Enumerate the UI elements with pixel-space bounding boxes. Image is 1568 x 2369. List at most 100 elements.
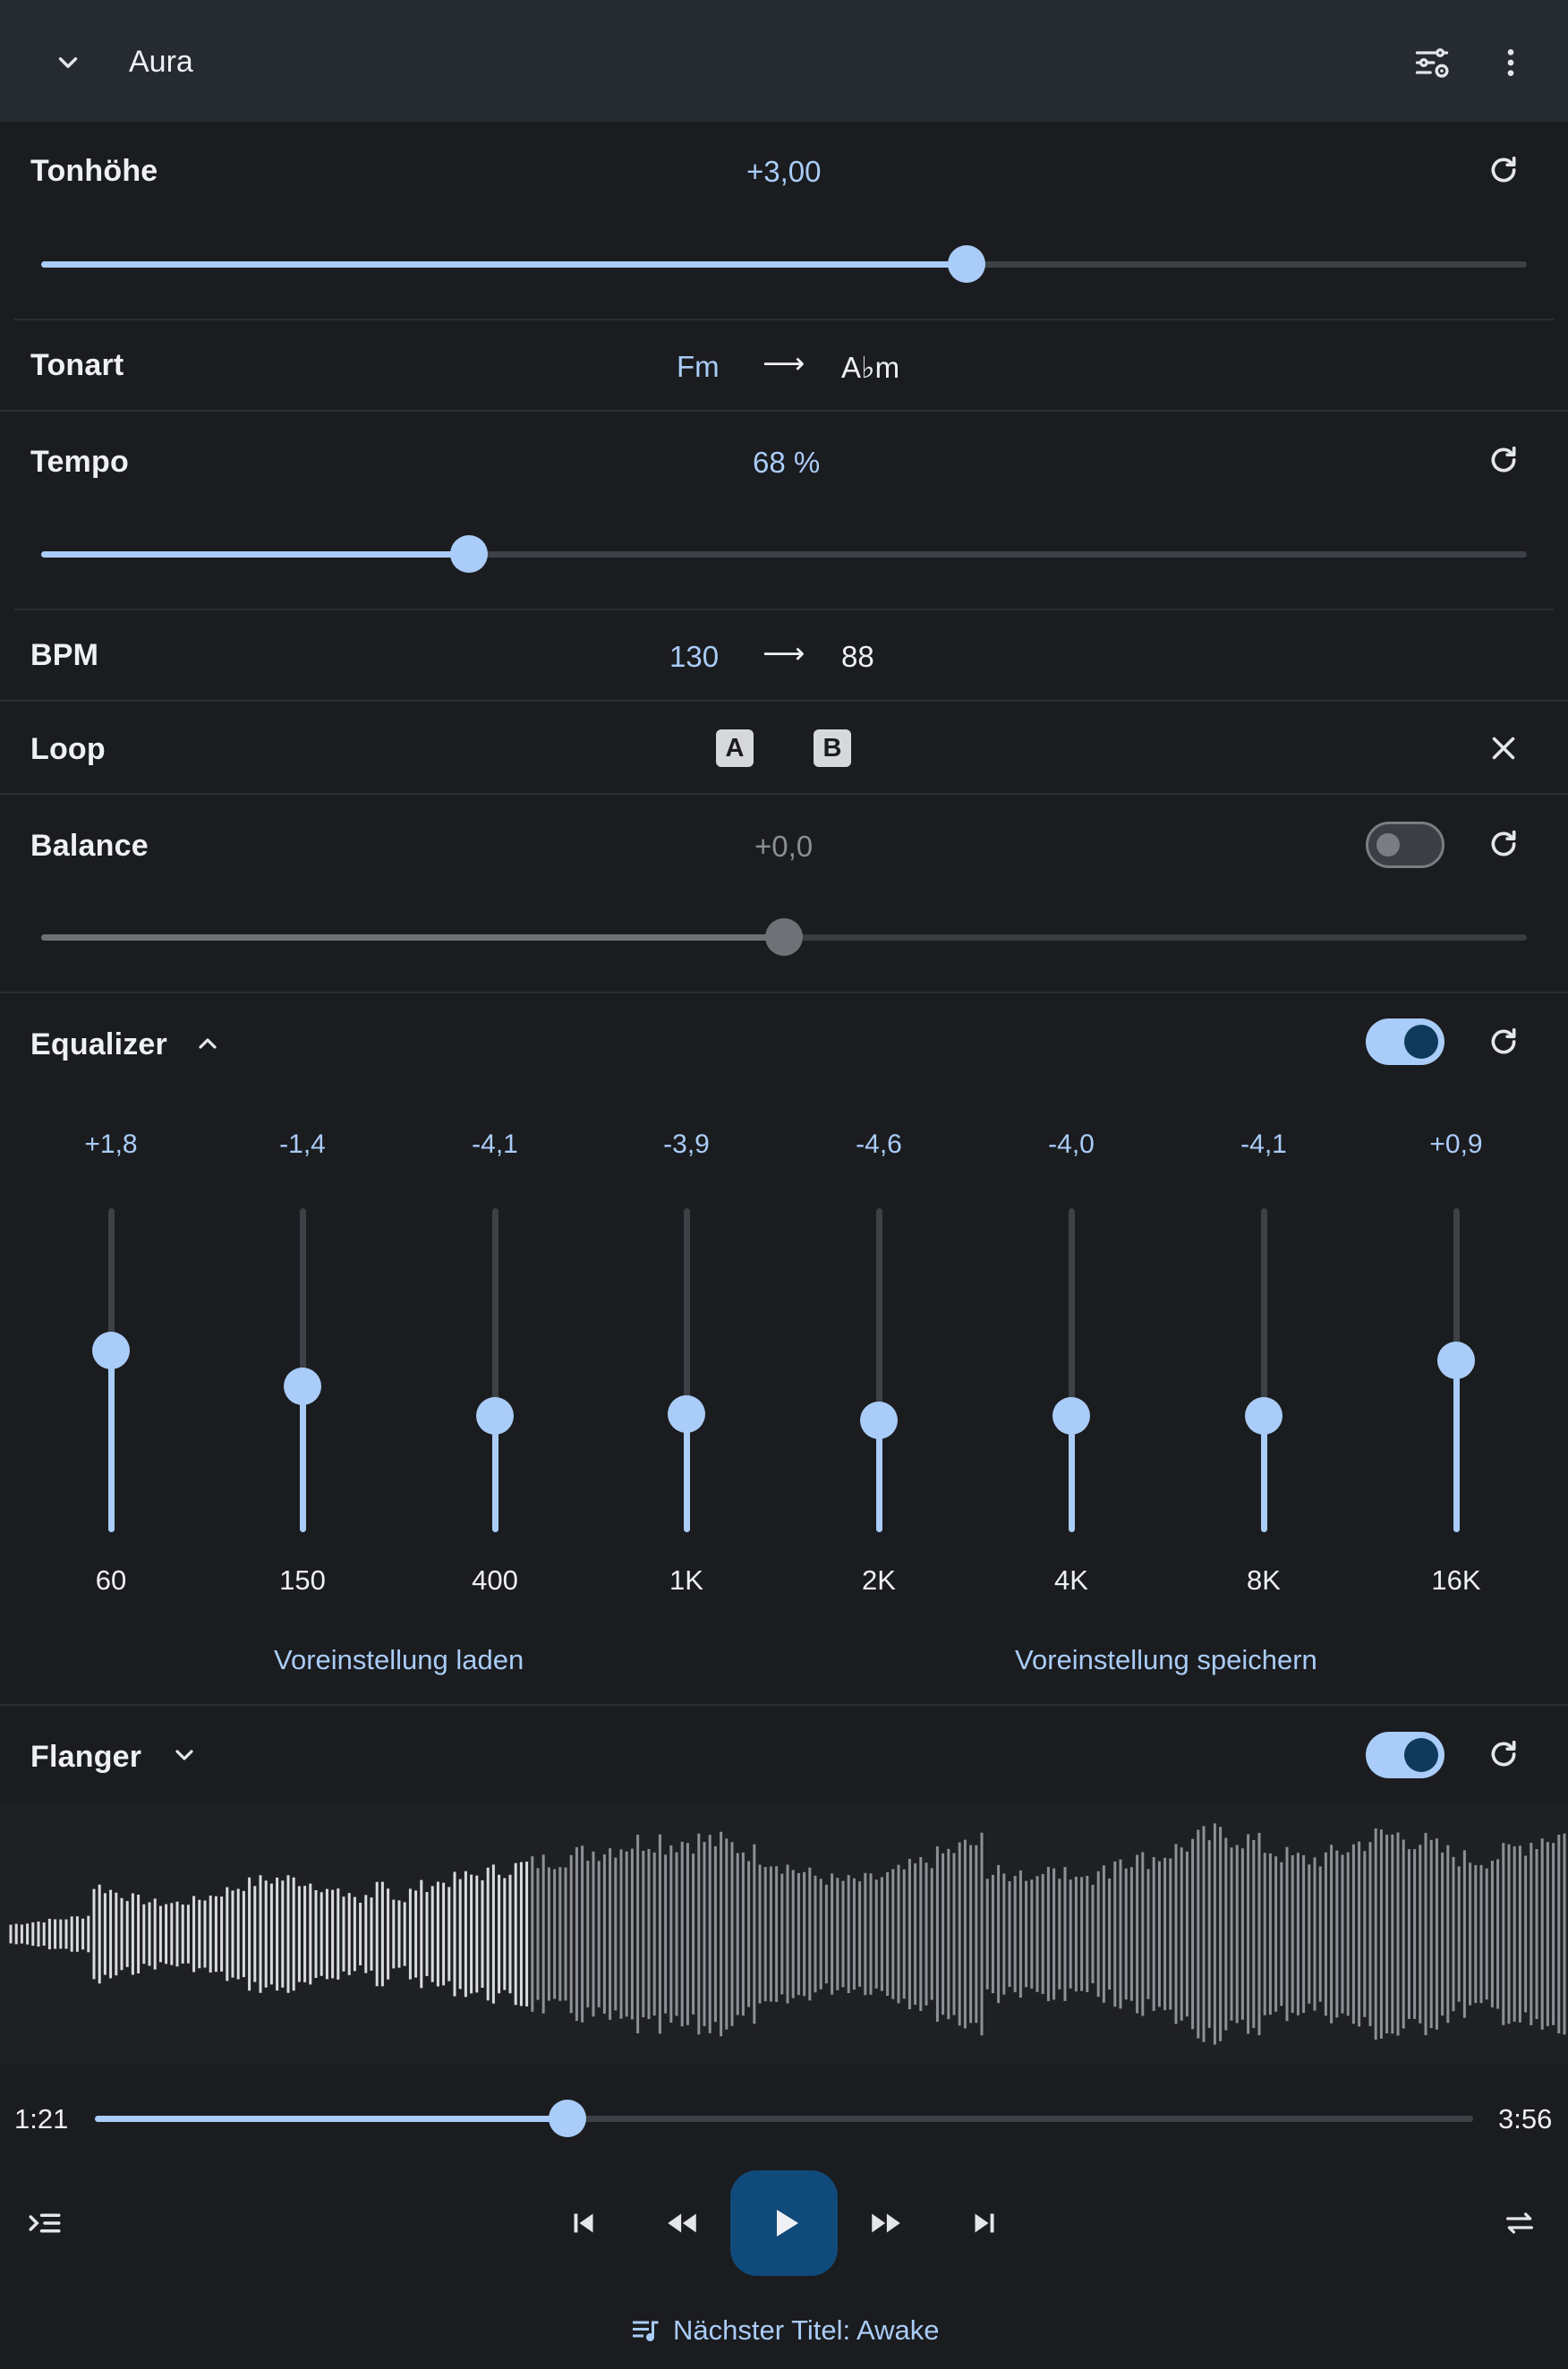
- balance-value: +0,0: [754, 830, 814, 863]
- key-to: A♭m: [841, 351, 900, 384]
- flanger-toggle[interactable]: [1366, 1732, 1444, 1778]
- reset-tempo-icon[interactable]: [1480, 437, 1527, 483]
- divider: [0, 992, 1568, 993]
- track-title: Aura: [129, 45, 193, 79]
- chevron-up-icon[interactable]: [184, 1020, 231, 1067]
- eq-band-track[interactable]: [1069, 1208, 1075, 1532]
- seek-bar[interactable]: [95, 2096, 1473, 2141]
- seek-bar-thumb[interactable]: [549, 2100, 586, 2137]
- equalizer-label: Equalizer: [30, 1027, 167, 1061]
- eq-band-thumb[interactable]: [668, 1395, 705, 1433]
- waveform: [9, 1823, 1566, 2045]
- skip-previous-icon[interactable]: [560, 2200, 607, 2246]
- eq-band-track[interactable]: [684, 1208, 690, 1532]
- chevron-down-icon[interactable]: [45, 39, 91, 86]
- eq-band-frequency: 1K: [669, 1564, 703, 1596]
- pitch-slider[interactable]: [41, 242, 1527, 286]
- divider: [0, 1704, 1568, 1706]
- tempo-slider[interactable]: [41, 532, 1527, 576]
- loop-point-a-button[interactable]: A: [716, 729, 754, 767]
- eq-band-fill: [876, 1420, 882, 1532]
- bpm-from: 130: [669, 640, 720, 673]
- equalizer-toggle[interactable]: [1366, 1018, 1444, 1065]
- eq-band-track[interactable]: [492, 1208, 499, 1532]
- divider: [0, 793, 1568, 795]
- clear-loop-icon[interactable]: [1480, 725, 1527, 771]
- divider: [14, 609, 1554, 610]
- eq-band-thumb[interactable]: [92, 1332, 130, 1369]
- eq-band-thumb[interactable]: [1245, 1397, 1283, 1435]
- eq-band-thumb[interactable]: [476, 1397, 514, 1435]
- balance-toggle[interactable]: [1366, 822, 1444, 868]
- loop-point-b-button[interactable]: B: [814, 729, 851, 767]
- pitch-slider-fill: [41, 261, 967, 268]
- chevron-down-icon[interactable]: [161, 1732, 208, 1778]
- balance-slider[interactable]: [41, 915, 1527, 959]
- loop-label: Loop: [30, 732, 106, 766]
- fast-forward-icon[interactable]: [863, 2200, 909, 2246]
- queue-music-icon: [633, 2321, 659, 2342]
- eq-band-value: -4,6: [856, 1129, 902, 1159]
- tempo-slider-fill: [41, 551, 469, 558]
- divider: [0, 410, 1568, 412]
- tempo-slider-thumb[interactable]: [450, 535, 488, 573]
- skip-next-icon[interactable]: [961, 2200, 1008, 2246]
- eq-band-track[interactable]: [300, 1208, 306, 1532]
- eq-band-frequency: 2K: [862, 1564, 896, 1596]
- eq-band-value: -4,1: [1240, 1129, 1287, 1159]
- balance-slider-thumb[interactable]: [765, 918, 803, 956]
- reset-equalizer-icon[interactable]: [1480, 1018, 1527, 1065]
- queue-icon[interactable]: [21, 2200, 68, 2246]
- top-app-bar: [0, 0, 1568, 122]
- rewind-icon[interactable]: [659, 2200, 705, 2246]
- eq-band-fill: [684, 1414, 690, 1532]
- save-preset-button[interactable]: Voreinstellung speichern: [1015, 1644, 1317, 1676]
- divider: [0, 700, 1568, 702]
- reset-balance-icon[interactable]: [1480, 821, 1527, 867]
- eq-band-track[interactable]: [1453, 1208, 1460, 1532]
- load-preset-button[interactable]: Voreinstellung laden: [274, 1644, 524, 1676]
- reset-flanger-icon[interactable]: [1480, 1731, 1527, 1777]
- next-track[interactable]: Nächster Titel: Awake: [630, 2314, 940, 2347]
- bpm-label: BPM: [30, 638, 99, 672]
- eq-band-frequency: 16K: [1431, 1564, 1481, 1596]
- balance-label: Balance: [30, 829, 149, 863]
- tempo-value: 68 %: [753, 446, 821, 479]
- pitch-slider-thumb[interactable]: [948, 245, 985, 283]
- play-icon: [777, 2210, 798, 2237]
- reset-pitch-icon[interactable]: [1480, 147, 1527, 193]
- eq-band-track[interactable]: [1261, 1208, 1267, 1532]
- eq-band-frequency: 400: [472, 1564, 518, 1596]
- key-arrow: ⟶: [763, 346, 805, 379]
- eq-band-frequency: 8K: [1247, 1564, 1281, 1596]
- eq-band-thumb[interactable]: [1437, 1342, 1475, 1379]
- key-label: Tonart: [30, 348, 124, 382]
- toggle-knob: [1404, 1025, 1438, 1059]
- tune-settings-icon[interactable]: [1409, 39, 1455, 86]
- waveform-area[interactable]: [0, 1804, 1568, 2064]
- elapsed-time: 1:21: [14, 2103, 69, 2135]
- toggle-knob: [1376, 833, 1400, 856]
- more-vert-icon[interactable]: [1487, 39, 1534, 86]
- seek-bar-fill: [95, 2116, 567, 2122]
- eq-band-frequency: 150: [279, 1564, 326, 1596]
- play-button[interactable]: [730, 2170, 838, 2276]
- eq-band-thumb[interactable]: [284, 1368, 321, 1405]
- repeat-icon[interactable]: [1496, 2200, 1543, 2246]
- eq-band-thumb[interactable]: [860, 1402, 898, 1439]
- total-time: 3:56: [1498, 2103, 1553, 2135]
- flanger-label: Flanger: [30, 1740, 142, 1774]
- eq-band-value: +1,8: [84, 1129, 138, 1159]
- eq-band-fill: [492, 1416, 499, 1532]
- eq-band-track[interactable]: [876, 1208, 882, 1532]
- eq-band-value: -4,0: [1048, 1129, 1095, 1159]
- eq-band-fill: [1261, 1416, 1267, 1532]
- bpm-arrow: ⟶: [763, 636, 805, 669]
- key-from: Fm: [677, 350, 720, 383]
- eq-band-thumb[interactable]: [1052, 1397, 1090, 1435]
- eq-band-track[interactable]: [108, 1208, 115, 1532]
- eq-band-fill: [108, 1351, 115, 1532]
- eq-band-value: +0,9: [1429, 1129, 1483, 1159]
- pitch-value: +3,00: [746, 155, 822, 188]
- pitch-label: Tonhöhe: [30, 154, 158, 188]
